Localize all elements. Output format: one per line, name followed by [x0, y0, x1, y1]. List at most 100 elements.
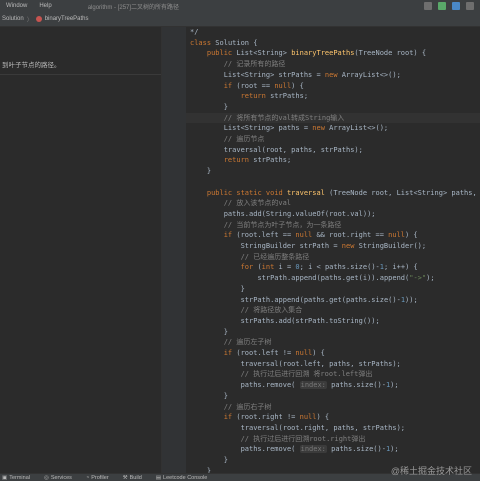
debug-icon[interactable] — [452, 2, 460, 10]
code-text: // 当前节点为叶子节点，为一条路径 — [223, 220, 342, 229]
breadcrumb-separator: 〉 — [26, 17, 33, 24]
code-line[interactable]: 53 List<String> strPaths = new ArrayList… — [186, 70, 480, 81]
code-line[interactable]: 87 // 执行过后进行回溯root.right弹出 — [186, 434, 480, 445]
build-icon[interactable] — [424, 2, 432, 10]
menu-help[interactable]: Help — [39, 3, 51, 9]
code-line[interactable]: 83 } — [186, 391, 480, 402]
code-line[interactable]: 60 traversal(root, paths, strPaths); — [186, 145, 480, 156]
code-line[interactable]: 86 traversal(root.right, paths, strPaths… — [186, 423, 480, 434]
code-line[interactable]: 82 paths.remove( index: paths.size()-1); — [186, 380, 480, 391]
code-text: } — [190, 167, 212, 176]
code-text: // 放入该节点的val — [223, 199, 292, 208]
code-line[interactable]: 58 List<String> paths = new ArrayList<>(… — [186, 123, 480, 134]
line-number-gutter — [162, 27, 186, 473]
code-line[interactable]: 70 // 已经遍历整条路径 — [186, 252, 480, 263]
code-line[interactable]: 71 for (int i = 0; i < paths.size()-1; i… — [186, 262, 480, 273]
code-line[interactable]: 56 } — [186, 102, 480, 113]
code-text: } — [190, 284, 245, 293]
code-text: // 已经遍历整条路径 — [240, 252, 310, 261]
code-line[interactable]: 57 // 将所有节点的val转成String输入 — [186, 112, 480, 124]
code-line[interactable]: 55 return strPaths; — [186, 91, 480, 102]
watermark: @稀土掘金技术社区 — [390, 466, 472, 476]
code-line[interactable]: 74 strPath.append(paths.get(paths.size()… — [186, 295, 480, 306]
code-text: class Solution { — [190, 38, 258, 47]
code-line[interactable]: 59 // 遍历节点 — [186, 134, 480, 145]
code-line[interactable]: 67 // 当前节点为叶子节点，为一条路径 — [186, 220, 480, 231]
divider — [0, 74, 161, 75]
code-text: // 遍历左子树 — [223, 338, 272, 347]
code-line[interactable]: 76 strPaths.add(strPath.toString()); — [186, 316, 480, 327]
code-text: public List<String> binaryTreePaths(Tree… — [206, 49, 427, 58]
code-text: traversal(root.right, paths, strPaths); — [240, 423, 405, 432]
code-text: // 记录所有的路径 — [223, 60, 286, 69]
code-text: if (root.left != null) { — [223, 349, 325, 357]
code-text: return strPaths; — [223, 156, 292, 165]
code-line[interactable]: 69 StringBuilder strPath = new StringBui… — [186, 241, 480, 252]
code-line[interactable]: 79 if (root.left != null) { — [186, 348, 480, 359]
title-bar: Window Help algorithm - [257]二叉树的所有路径 — [0, 0, 480, 12]
code-text: public static void traversal (TreeNode r… — [206, 188, 477, 197]
code-text: StringBuilder strPath = new StringBuilde… — [240, 242, 427, 250]
code-text: paths.remove( index: paths.size()-1); — [240, 381, 399, 390]
code-line[interactable]: 64 public static void traversal (TreeNod… — [186, 188, 480, 199]
code-line[interactable]: 65 // 放入该节点的val — [186, 198, 480, 209]
code-text: // 遍历节点 — [223, 135, 265, 143]
code-line[interactable]: 63 — [186, 177, 480, 188]
left-panel: 到叶子节点的路径。 — [0, 27, 162, 473]
code-line[interactable]: 50class Solution { — [186, 38, 480, 49]
code-text: // 将路径放入集合 — [240, 306, 303, 315]
code-line[interactable]: 62 } — [186, 166, 480, 177]
code-line[interactable]: 54 if (root == null) { — [186, 81, 480, 92]
code-text: paths.remove( index: paths.size()-1); — [240, 445, 399, 454]
code-line[interactable]: 80 traversal(root.left, paths, strPaths)… — [186, 359, 480, 370]
code-text: } — [190, 456, 228, 464]
code-line[interactable]: 49*/ — [186, 27, 480, 38]
code-text: if (root.right != null) { — [223, 413, 330, 422]
code-line[interactable]: 81 // 执行过后进行回溯 将root.left弹出 — [186, 369, 480, 380]
breadcrumb-class[interactable]: Solution — [2, 16, 24, 22]
code-text: if (root == null) { — [223, 81, 304, 90]
code-line[interactable]: 52 // 记录所有的路径 — [186, 59, 480, 70]
code-text: // 执行过后进行回溯 将root.left弹出 — [240, 370, 373, 379]
code-text: for (int i = 0; i < paths.size()-1; i++)… — [240, 263, 418, 272]
code-text: // 将所有节点的val转成String输入 — [223, 113, 345, 122]
code-text: return strPaths; — [240, 92, 309, 101]
code-text: } — [190, 391, 228, 400]
run-icon[interactable] — [438, 2, 446, 10]
code-text: strPath.append(paths.get(i)).append("->"… — [257, 274, 435, 283]
code-text: traversal(root.left, paths, strPaths); — [240, 359, 401, 368]
toolbar-icons — [424, 2, 474, 10]
code-text: // 执行过后进行回溯root.right弹出 — [240, 434, 366, 443]
code-text: strPaths.add(strPath.toString()); — [240, 316, 380, 325]
code-line[interactable]: 85 if (root.right != null) { — [186, 412, 480, 423]
code-text: */ — [190, 28, 199, 36]
code-line[interactable]: 66 paths.add(String.valueOf(root.val)); — [186, 209, 480, 220]
code-text: } — [190, 102, 228, 111]
code-editor[interactable]: 49*/50class Solution {51 public List<Str… — [186, 27, 480, 473]
code-text: // 遍历右子树 — [223, 402, 272, 411]
menu-window[interactable]: Window — [6, 3, 27, 9]
code-line[interactable]: 84 // 遍历右子树 — [186, 402, 480, 413]
code-line[interactable]: 72 strPath.append(paths.get(i)).append("… — [186, 273, 480, 284]
code-line[interactable]: 61 return strPaths; — [186, 155, 480, 166]
problem-description: 到叶子节点的路径。 — [2, 62, 61, 69]
code-line[interactable]: 75 // 将路径放入集合 — [186, 305, 480, 316]
window-title: algorithm - [257]二叉树的所有路径 — [87, 4, 180, 11]
code-line[interactable]: 73 } — [186, 284, 480, 295]
code-text: List<String> strPaths = new ArrayList<>(… — [223, 70, 401, 79]
code-line[interactable]: 68 if (root.left == null && root.right =… — [186, 230, 480, 241]
breadcrumb-method[interactable]: binaryTreePaths — [45, 16, 89, 22]
code-text: strPath.append(paths.get(paths.size()-1)… — [240, 295, 418, 304]
code-text: List<String> paths = new ArrayList<>(); — [223, 124, 389, 133]
code-text: } — [190, 327, 228, 336]
code-text: paths.add(String.valueOf(root.val)); — [223, 209, 376, 218]
code-line[interactable]: 78 // 遍历左子树 — [186, 337, 480, 348]
code-line[interactable]: 51 public List<String> binaryTreePaths(T… — [186, 48, 480, 59]
settings-icon[interactable] — [466, 2, 474, 10]
code-text: traversal(root, paths, strPaths); — [223, 145, 363, 154]
method-icon — [35, 16, 42, 22]
navigation-bar: Solution 〉 binaryTreePaths — [0, 12, 480, 27]
code-text: if (root.left == null && root.right == n… — [223, 231, 418, 240]
code-line[interactable]: 77 } — [186, 327, 480, 338]
code-line[interactable]: 88 paths.remove( index: paths.size()-1); — [186, 444, 480, 455]
